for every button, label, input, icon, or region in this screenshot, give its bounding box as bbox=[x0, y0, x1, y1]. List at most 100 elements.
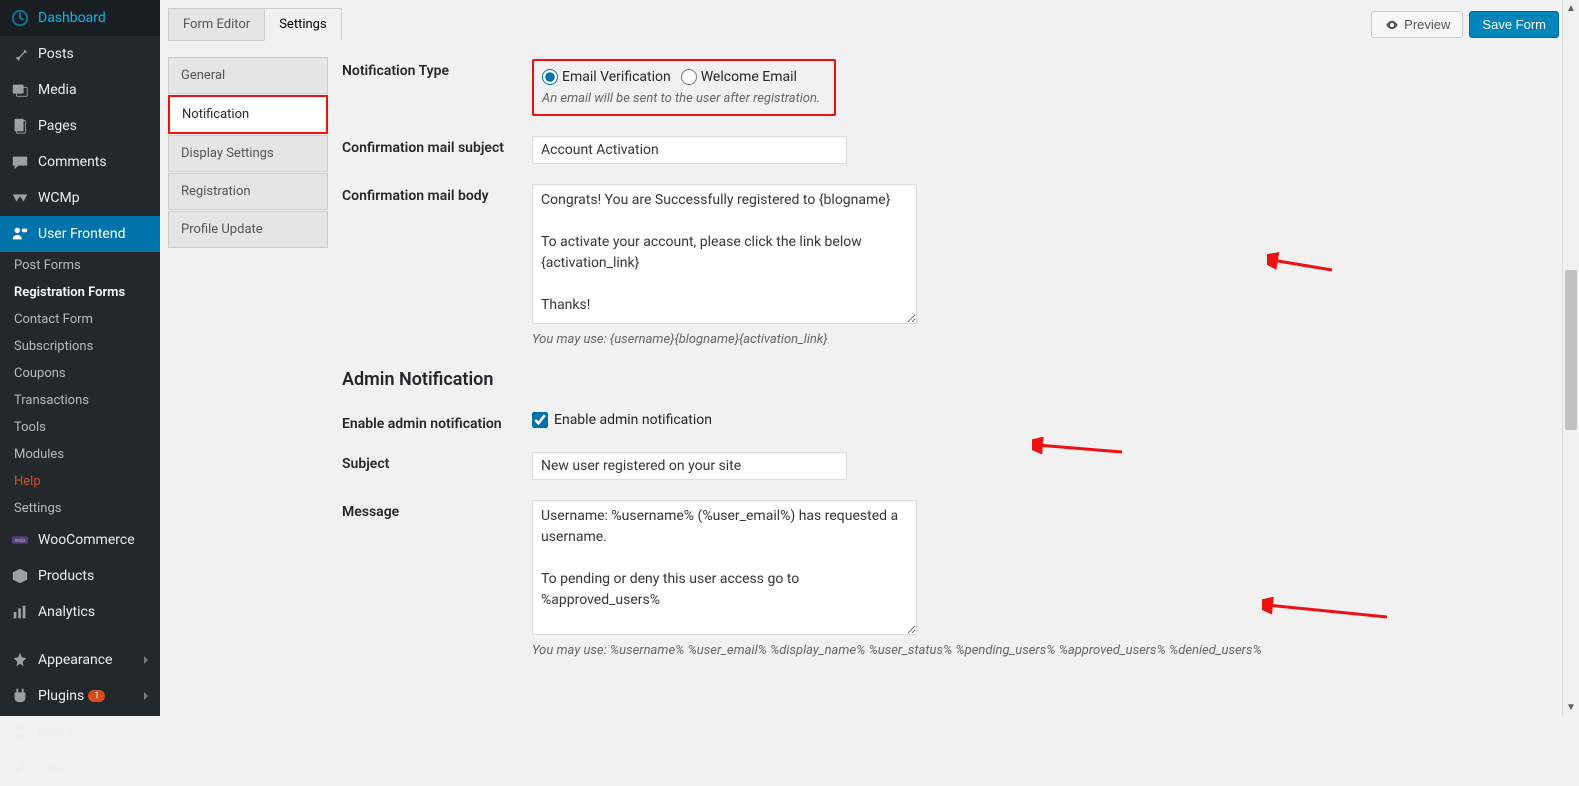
subitem-modules[interactable]: Modules bbox=[0, 441, 160, 468]
sidebar-item-label: Pages bbox=[38, 118, 77, 134]
message-textarea[interactable] bbox=[532, 500, 917, 635]
tab-settings[interactable]: Settings bbox=[264, 8, 341, 41]
radio-email-verification-label: Email Verification bbox=[562, 69, 671, 85]
subitem-registration-forms[interactable]: Registration Forms bbox=[0, 279, 160, 306]
subitem-post-forms[interactable]: Post Forms bbox=[0, 252, 160, 279]
sidebar-item-label: WCMp bbox=[38, 190, 80, 206]
tab-form-editor[interactable]: Form Editor bbox=[168, 8, 265, 41]
sidebar-item-label: Analytics bbox=[38, 604, 95, 620]
subitem-subscriptions[interactable]: Subscriptions bbox=[0, 333, 160, 360]
sidebar-item-user-frontend[interactable]: User Frontend bbox=[0, 216, 160, 252]
pages-icon bbox=[10, 116, 30, 136]
sidebar-item-label: Tools bbox=[38, 760, 72, 776]
radio-email-verification[interactable]: Email Verification bbox=[542, 69, 671, 85]
message-hint: You may use: %username% %user_email% %di… bbox=[532, 643, 1549, 658]
confirmation-body-label: Confirmation mail body bbox=[342, 184, 532, 204]
radio-welcome-email[interactable]: Welcome Email bbox=[681, 69, 797, 85]
sidebar-item-label: Comments bbox=[38, 154, 107, 170]
snav-notification[interactable]: Notification bbox=[168, 95, 328, 134]
sidebar-item-tools[interactable]: Tools bbox=[0, 750, 160, 786]
subitem-tools[interactable]: Tools bbox=[0, 414, 160, 441]
sidebar-item-products[interactable]: Products bbox=[0, 558, 160, 594]
confirmation-subject-label: Confirmation mail subject bbox=[342, 136, 532, 156]
confirmation-subject-input[interactable] bbox=[532, 136, 847, 164]
admin-notification-title: Admin Notification bbox=[342, 369, 1549, 390]
tabs: Form Editor Settings bbox=[168, 8, 341, 41]
sidebar-item-woocommerce[interactable]: woo WooCommerce bbox=[0, 522, 160, 558]
radio-welcome-email-input[interactable] bbox=[681, 69, 697, 85]
scroll-down-icon[interactable]: ▼ bbox=[1563, 699, 1579, 716]
tools-icon bbox=[10, 758, 30, 778]
pin-icon bbox=[10, 44, 30, 64]
snav-general[interactable]: General bbox=[168, 57, 328, 94]
top-actions: Preview Save Form bbox=[1371, 11, 1559, 38]
settings-nav: General Notification Display Settings Re… bbox=[168, 57, 328, 716]
notification-type-label: Notification Type bbox=[342, 59, 532, 79]
preview-label: Preview bbox=[1404, 17, 1450, 32]
sidebar-item-label: Products bbox=[38, 568, 94, 584]
appearance-icon bbox=[10, 650, 30, 670]
save-form-button[interactable]: Save Form bbox=[1469, 11, 1559, 38]
confirmation-body-hint: You may use: {username}{blogname}{activa… bbox=[532, 332, 1549, 347]
plugins-badge: 1 bbox=[88, 690, 105, 702]
subject-input[interactable] bbox=[532, 452, 847, 480]
radio-welcome-email-label: Welcome Email bbox=[701, 69, 797, 85]
subitem-coupons[interactable]: Coupons bbox=[0, 360, 160, 387]
products-icon bbox=[10, 566, 30, 586]
userfrontend-icon bbox=[10, 224, 30, 244]
sidebar-item-pages[interactable]: Pages bbox=[0, 108, 160, 144]
notification-type-help: An email will be sent to the user after … bbox=[542, 91, 820, 106]
enable-admin-checkbox[interactable] bbox=[532, 412, 548, 428]
scroll-thumb[interactable] bbox=[1565, 270, 1577, 430]
sidebar-item-label: WooCommerce bbox=[38, 532, 135, 548]
sidebar-item-label: Plugins bbox=[38, 688, 84, 704]
sidebar-item-users[interactable]: Users bbox=[0, 714, 160, 750]
dashboard-icon bbox=[10, 8, 30, 28]
media-icon bbox=[10, 80, 30, 100]
eye-icon bbox=[1384, 18, 1400, 32]
subject-label: Subject bbox=[342, 452, 532, 472]
sidebar-item-label: Posts bbox=[38, 46, 74, 62]
snav-display-settings[interactable]: Display Settings bbox=[168, 135, 328, 172]
users-icon bbox=[10, 722, 30, 742]
sidebar-item-posts[interactable]: Posts bbox=[0, 36, 160, 72]
subitem-contact-form[interactable]: Contact Form bbox=[0, 306, 160, 333]
sidebar-item-label: Media bbox=[38, 82, 77, 98]
preview-button[interactable]: Preview bbox=[1371, 11, 1463, 38]
sidebar-item-comments[interactable]: Comments bbox=[0, 144, 160, 180]
wcmp-icon bbox=[10, 188, 30, 208]
snav-profile-update[interactable]: Profile Update bbox=[168, 211, 328, 248]
analytics-icon bbox=[10, 602, 30, 622]
sidebar-item-plugins[interactable]: Plugins 1 bbox=[0, 678, 160, 714]
notification-type-highlight-box: Email Verification Welcome Email An emai… bbox=[532, 59, 836, 116]
subitem-help[interactable]: Help bbox=[0, 468, 160, 495]
sidebar-item-label: Dashboard bbox=[38, 10, 106, 26]
scrollbar[interactable]: ▲ ▼ bbox=[1562, 0, 1579, 716]
enable-admin-label: Enable admin notification bbox=[342, 412, 532, 432]
sidebar-item-label: User Frontend bbox=[38, 226, 125, 242]
sidebar-item-label: Users bbox=[38, 724, 74, 740]
subitem-transactions[interactable]: Transactions bbox=[0, 387, 160, 414]
radio-email-verification-input[interactable] bbox=[542, 69, 558, 85]
form-area: Notification Type Email Verification bbox=[342, 57, 1569, 716]
enable-admin-checkbox-label: Enable admin notification bbox=[554, 412, 712, 428]
main-content: Form Editor Settings Preview Save Form G… bbox=[160, 0, 1579, 716]
sidebar-item-analytics[interactable]: Analytics bbox=[0, 594, 160, 630]
sidebar-item-label: Appearance bbox=[38, 652, 112, 668]
snav-registration[interactable]: Registration bbox=[168, 173, 328, 210]
sidebar-item-media[interactable]: Media bbox=[0, 72, 160, 108]
topbar: Form Editor Settings Preview Save Form bbox=[160, 0, 1579, 41]
confirmation-body-textarea[interactable] bbox=[532, 184, 917, 324]
sidebar-item-appearance[interactable]: Appearance bbox=[0, 642, 160, 678]
subitem-settings[interactable]: Settings bbox=[0, 495, 160, 522]
sidebar-item-dashboard[interactable]: Dashboard bbox=[0, 0, 160, 36]
sidebar-item-wcmp[interactable]: WCMp bbox=[0, 180, 160, 216]
scroll-up-icon[interactable]: ▲ bbox=[1563, 0, 1579, 17]
message-label: Message bbox=[342, 500, 532, 520]
plugins-icon bbox=[10, 686, 30, 706]
comments-icon bbox=[10, 152, 30, 172]
svg-text:woo: woo bbox=[15, 538, 25, 544]
enable-admin-checkbox-wrap[interactable]: Enable admin notification bbox=[532, 412, 1549, 428]
woo-icon: woo bbox=[10, 530, 30, 550]
admin-sidebar: Dashboard Posts Media Pages Comments WCM… bbox=[0, 0, 160, 716]
